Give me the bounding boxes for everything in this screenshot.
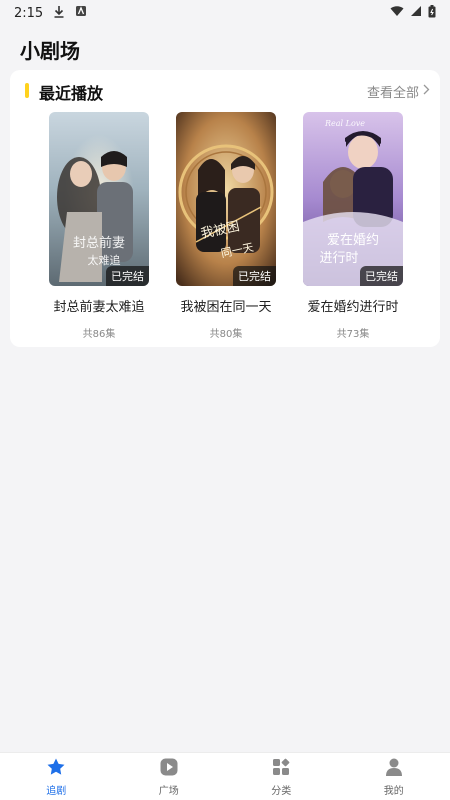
see-all-label: 查看全部 (366, 86, 419, 101)
episode-count: 共86集 (82, 329, 116, 340)
status-badge: 已完结 (106, 266, 149, 286)
drama-item[interactable]: 我被困 同一天 已完结 我被困在同一天 共80集 (176, 112, 276, 340)
drama-poster[interactable]: Real Love 爱在婚约 进行时 已完结 (303, 112, 403, 286)
svg-text:进行时: 进行时 (319, 251, 358, 266)
signal-icon (410, 5, 422, 21)
accent-bar (25, 83, 29, 98)
status-time: 2:15 (14, 5, 44, 21)
grid-icon (271, 757, 291, 780)
tab-mine[interactable]: 我的 (338, 753, 450, 800)
poster-image: 我被困 同一天 (176, 112, 276, 286)
see-all-link[interactable]: 查看全部 (367, 82, 430, 101)
tab-label: 广场 (158, 785, 179, 797)
bottom-tab-bar: 追剧 广场 分类 我的 (0, 752, 450, 800)
tab-category[interactable]: 分类 (225, 753, 338, 800)
play-icon (159, 757, 179, 780)
drama-poster[interactable]: 我被困 同一天 已完结 (176, 112, 276, 286)
svg-text:太难追: 太难追 (88, 253, 121, 267)
section-header: 最近播放 查看全部 (10, 70, 440, 110)
person-icon (384, 757, 404, 780)
status-bar: 2:15 (0, 0, 450, 26)
drama-item[interactable]: 封总前妻 太难追 已完结 封总前妻太难追 共86集 (49, 112, 149, 340)
tab-label: 分类 (271, 785, 292, 797)
poster-image: 封总前妻 太难追 (49, 112, 149, 286)
poster-image: Real Love 爱在婚约 进行时 (303, 112, 403, 286)
tab-follow[interactable]: 追剧 (0, 753, 113, 800)
star-icon (46, 757, 66, 780)
page-title: 小剧场 (20, 39, 80, 63)
status-badge: 已完结 (233, 266, 276, 286)
drama-title: 我被困在同一天 (180, 300, 272, 315)
status-badge: 已完结 (360, 266, 403, 286)
svg-text:爱在婚约: 爱在婚约 (327, 233, 379, 248)
drama-title: 封总前妻太难追 (53, 300, 145, 315)
svg-text:Real Love: Real Love (324, 119, 365, 128)
app-notification-icon (75, 5, 87, 21)
drama-title: 爱在婚约进行时 (307, 300, 399, 315)
tab-label: 追剧 (46, 785, 67, 797)
wifi-icon (390, 5, 404, 21)
download-icon (53, 5, 65, 22)
episode-count: 共80集 (209, 329, 243, 340)
svg-text:封总前妻: 封总前妻 (73, 235, 125, 251)
tab-square[interactable]: 广场 (113, 753, 226, 800)
chevron-right-icon (423, 84, 430, 99)
recent-section: 最近播放 查看全部 封总前妻 太难追 已完结 封总前妻太难追 共86集 我被困 … (10, 70, 440, 347)
episode-count: 共73集 (336, 329, 370, 340)
tab-label: 我的 (383, 785, 404, 797)
drama-poster[interactable]: 封总前妻 太难追 已完结 (49, 112, 149, 286)
battery-icon (428, 4, 436, 22)
drama-item[interactable]: Real Love 爱在婚约 进行时 已完结 爱在婚约进行时 共73集 (303, 112, 403, 340)
section-title: 最近播放 (39, 84, 104, 103)
